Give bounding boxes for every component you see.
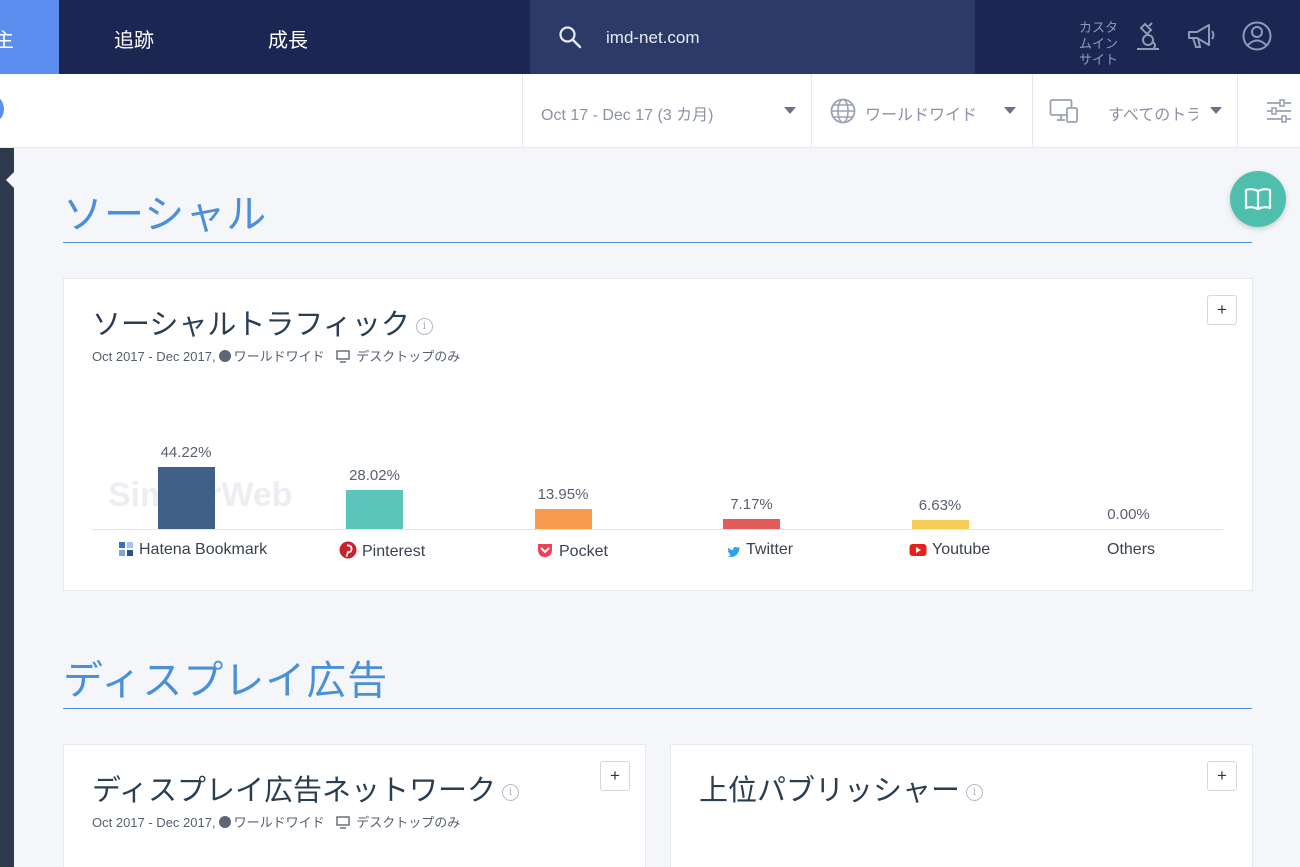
nav-item-home-label: 主 — [0, 30, 14, 52]
top-publishers-card: 上位パブリッシャー i + — [670, 744, 1253, 867]
search-bar[interactable]: imd-net.com — [530, 0, 975, 74]
category-label[interactable]: Pinterest — [339, 541, 425, 564]
custom-insights-link[interactable]: カスタムインサイト — [1079, 20, 1125, 68]
meta-region: ワールドワイド — [233, 815, 325, 830]
nav-link-tracking[interactable]: 追跡 — [114, 24, 154, 53]
add-to-dashboard-button[interactable]: + — [1207, 295, 1237, 325]
card-title-text: 上位パブリッシャー — [699, 775, 961, 807]
display-network-card: ディスプレイ広告ネットワーク i Oct 2017 - Dec 2017, ワールド… — [63, 744, 646, 867]
bar-value-label: 44.22% — [160, 444, 212, 461]
bar-pinterest[interactable] — [346, 490, 403, 529]
category-text: Pocket — [559, 543, 608, 560]
meta-region: ワールドワイド — [233, 349, 325, 364]
bar-youtube[interactable] — [911, 520, 969, 529]
category-label[interactable]: Others — [1107, 541, 1155, 559]
bar-value-label: 28.02% — [349, 467, 400, 484]
category-text: Twitter — [746, 541, 794, 558]
bar-value-label: 7.17% — [730, 496, 773, 513]
collapse-arrow-icon — [6, 172, 14, 188]
meta-device: デスクトップのみ — [356, 815, 461, 830]
nav-item-home[interactable]: 主 — [0, 0, 59, 74]
top-navigation: 主 追跡 成長 imd-net.com カスタムインサイト — [0, 0, 1300, 74]
info-icon[interactable]: i — [966, 783, 984, 801]
category-label[interactable]: Youtube — [909, 541, 990, 562]
bar-value-label: 6.63% — [918, 497, 962, 514]
traffic-source-dropdown[interactable]: すべてのトラ — [1032, 74, 1237, 148]
globe-icon — [218, 816, 231, 828]
bar-hatena-bookmark[interactable] — [157, 467, 215, 529]
filter-bar: Oct 17 - Dec 17 (3 カ月) ワールドワイド すべてのトラ — [0, 74, 1300, 148]
date-range-dropdown[interactable]: Oct 17 - Dec 17 (3 カ月) — [522, 74, 811, 148]
card-meta: Oct 2017 - Dec 2017, ワールドワイド デスクトップのみ — [92, 346, 460, 365]
monitor-icon — [336, 350, 350, 363]
category-label[interactable]: Hatena Bookmark — [118, 541, 267, 562]
region-dropdown[interactable]: ワールドワイド — [811, 74, 1032, 148]
region-value: ワールドワイド — [865, 107, 978, 124]
category-label[interactable]: Twitter — [727, 541, 793, 562]
category-text: Hatena Bookmark — [139, 541, 268, 558]
section-divider — [63, 242, 1252, 243]
add-to-dashboard-button[interactable]: + — [1207, 761, 1237, 791]
bar-value-label: 13.95% — [537, 486, 589, 503]
bar-pocket[interactable] — [534, 509, 592, 529]
card-title: ソーシャルトラフィック i — [92, 301, 433, 343]
search-input[interactable]: imd-net.com — [606, 28, 700, 48]
settings-filter-button[interactable] — [1237, 74, 1300, 148]
card-title-text: ソーシャルトラフィック — [92, 309, 410, 341]
sliders-icon — [1267, 99, 1291, 123]
globe-icon — [830, 98, 856, 124]
pinterest-icon — [339, 541, 357, 564]
chevron-down-icon — [1004, 107, 1016, 114]
search-icon — [559, 26, 582, 49]
category-text: Others — [1107, 541, 1156, 558]
traffic-source-value: すべてのトラ — [1108, 107, 1198, 124]
section-divider — [63, 708, 1252, 709]
info-icon[interactable]: i — [415, 317, 433, 335]
user-account-icon[interactable] — [1241, 20, 1273, 52]
meta-date: Oct 2017 - Dec 2017, — [92, 815, 216, 830]
bar-twitter[interactable] — [723, 519, 780, 529]
bar-value-label: 0.00% — [1107, 506, 1150, 523]
nav-link-growth[interactable]: 成長 — [268, 24, 308, 53]
chart-baseline — [92, 529, 1223, 530]
chevron-down-icon — [784, 107, 796, 114]
meta-date: Oct 2017 - Dec 2017, — [92, 349, 216, 364]
card-title: ディスプレイ広告ネットワーク i — [92, 767, 519, 809]
devices-icon — [1049, 99, 1078, 123]
date-range-value: Oct 17 - Dec 17 (3 カ月) — [541, 107, 714, 124]
category-text: Pinterest — [362, 543, 426, 560]
add-to-dashboard-button[interactable]: + — [600, 761, 630, 791]
megaphone-icon[interactable] — [1185, 20, 1219, 52]
category-text: Youtube — [932, 541, 991, 558]
info-icon[interactable]: i — [501, 783, 519, 801]
twitter-icon — [727, 544, 741, 562]
category-label[interactable]: Pocket — [536, 541, 608, 564]
globe-icon — [218, 350, 231, 362]
monitor-icon — [336, 816, 350, 829]
youtube-icon — [909, 543, 927, 562]
microscope-icon[interactable] — [1133, 20, 1163, 52]
sidebar-toggle[interactable] — [0, 94, 4, 124]
guide-button[interactable] — [1230, 171, 1286, 227]
card-meta: Oct 2017 - Dec 2017, ワールドワイド デスクトップのみ — [92, 812, 460, 831]
meta-device: デスクトップのみ — [356, 349, 461, 364]
section-title-social: ソーシャル — [63, 193, 268, 237]
card-title: 上位パブリッシャー i — [699, 767, 984, 809]
card-title-text: ディスプレイ広告ネットワーク — [92, 775, 496, 807]
pocket-icon — [536, 541, 554, 564]
chevron-down-icon — [1210, 107, 1222, 114]
section-title-display: ディスプレイ広告 — [63, 659, 389, 703]
hatena-icon — [118, 541, 134, 562]
sidebar-collapsed[interactable] — [0, 148, 14, 867]
book-icon — [1244, 188, 1272, 211]
